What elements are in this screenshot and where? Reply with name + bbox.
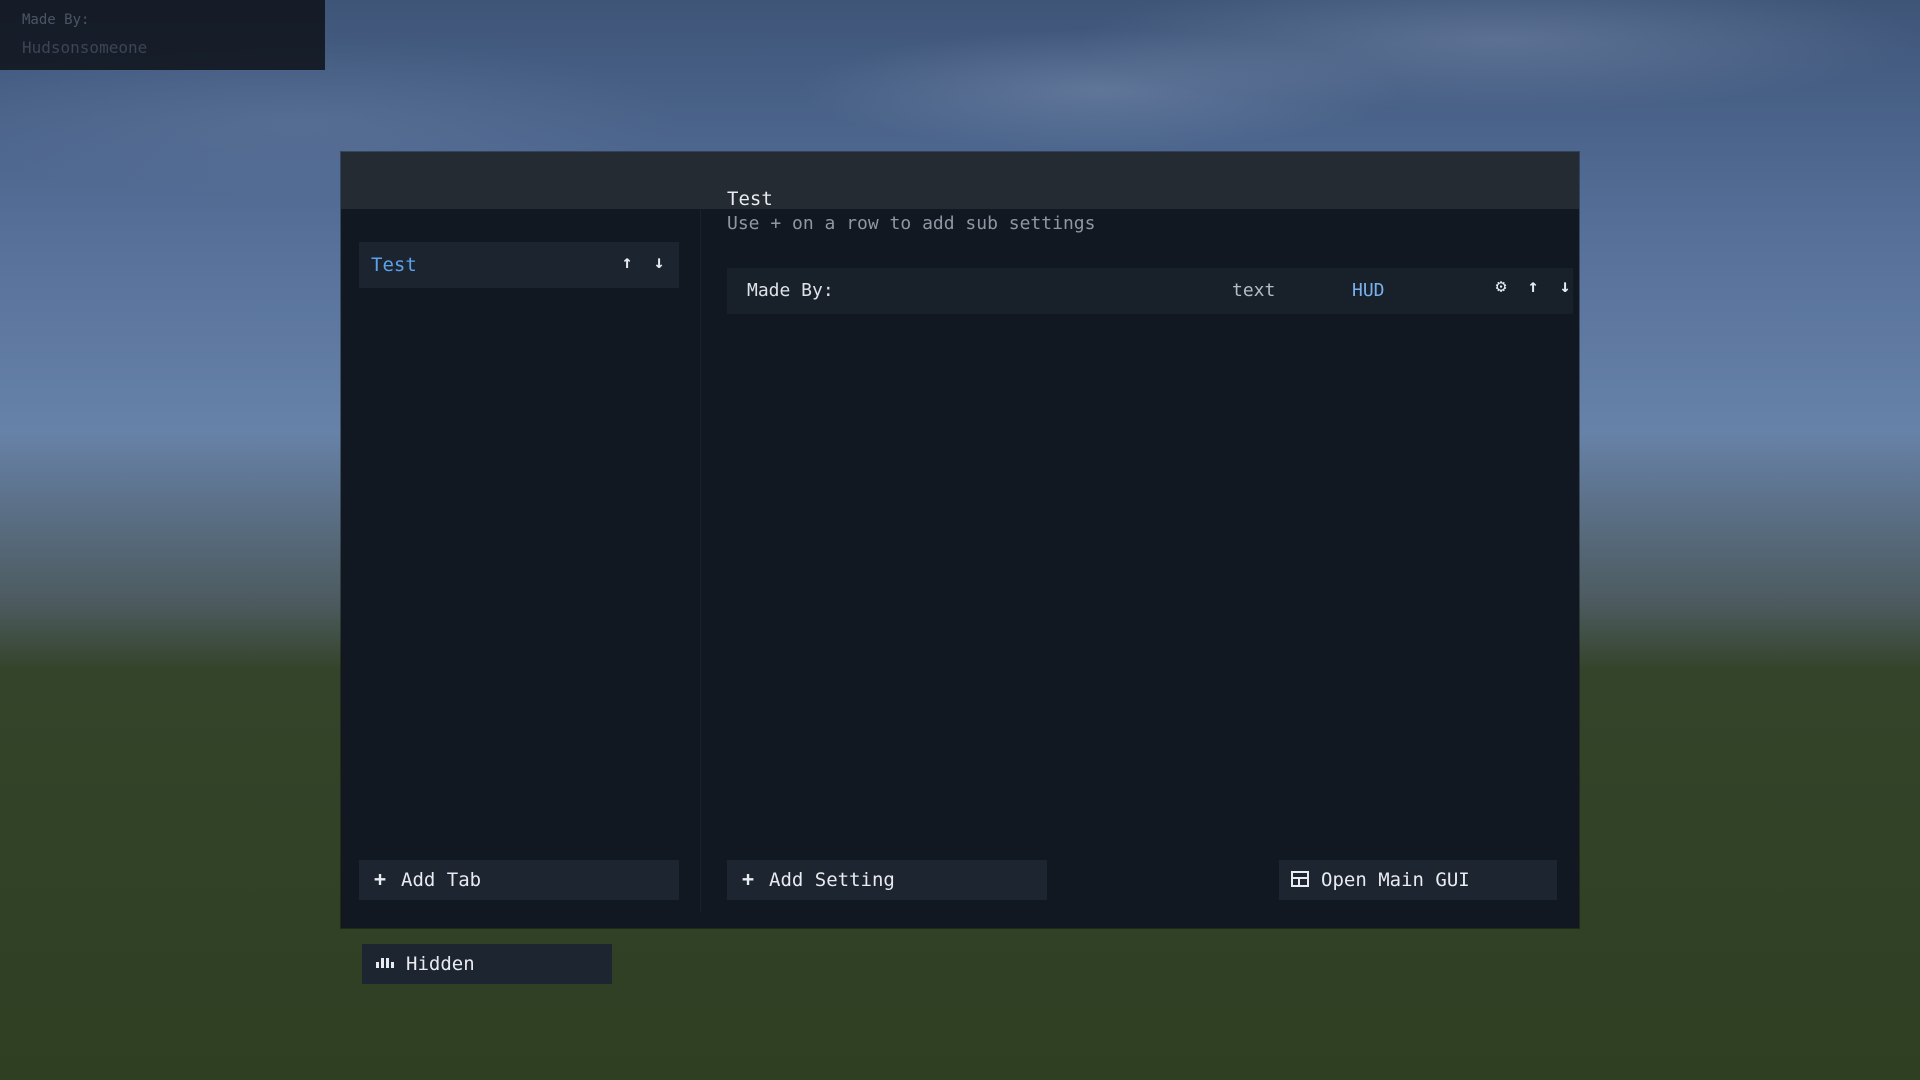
setting-type[interactable]: text [1232,280,1275,301]
open-main-gui-label: Open Main GUI [1321,869,1470,891]
add-setting-button[interactable]: + Add Setting [727,860,1047,900]
editor-window: Test ↑ ↓ Test Use + on a row to add sub … [341,152,1579,928]
sidebar-tab-label: Test [371,254,417,276]
hud-line-2: Hudsonsomeone [22,38,148,57]
setting-name: Made By: [747,280,834,301]
hidden-toggle-button[interactable]: Hidden [362,944,612,984]
arrow-up-icon[interactable]: ↑ [1522,276,1544,298]
add-tab-label: Add Tab [401,869,482,891]
arrow-up-icon[interactable]: ↑ [616,252,638,274]
setting-row[interactable]: Made By: text HUD ⚙ ↑ ↓ [727,268,1573,314]
open-main-gui-button[interactable]: Open Main GUI [1279,860,1557,900]
sidebar-divider [700,210,701,912]
eye-closed-icon [376,958,396,968]
plus-icon: + [741,867,755,891]
window-icon [1291,871,1309,887]
arrow-down-icon[interactable]: ↓ [1554,276,1576,298]
arrow-down-icon[interactable]: ↓ [648,252,670,274]
hud-line-1: Made By: [22,12,90,28]
add-tab-button[interactable]: + Add Tab [359,860,679,900]
setting-mode[interactable]: HUD [1352,280,1385,301]
window-titlebar[interactable] [341,152,1579,209]
hidden-label: Hidden [406,953,475,975]
page-hint: Use + on a row to add sub settings [727,213,1096,234]
gear-icon[interactable]: ⚙ [1490,276,1512,298]
plus-icon: + [373,867,387,891]
sidebar-tab-test[interactable]: Test ↑ ↓ [359,242,679,288]
page-title: Test [727,188,773,210]
add-setting-label: Add Setting [769,869,895,891]
hud-overlay: Made By: Hudsonsomeone [0,0,325,70]
